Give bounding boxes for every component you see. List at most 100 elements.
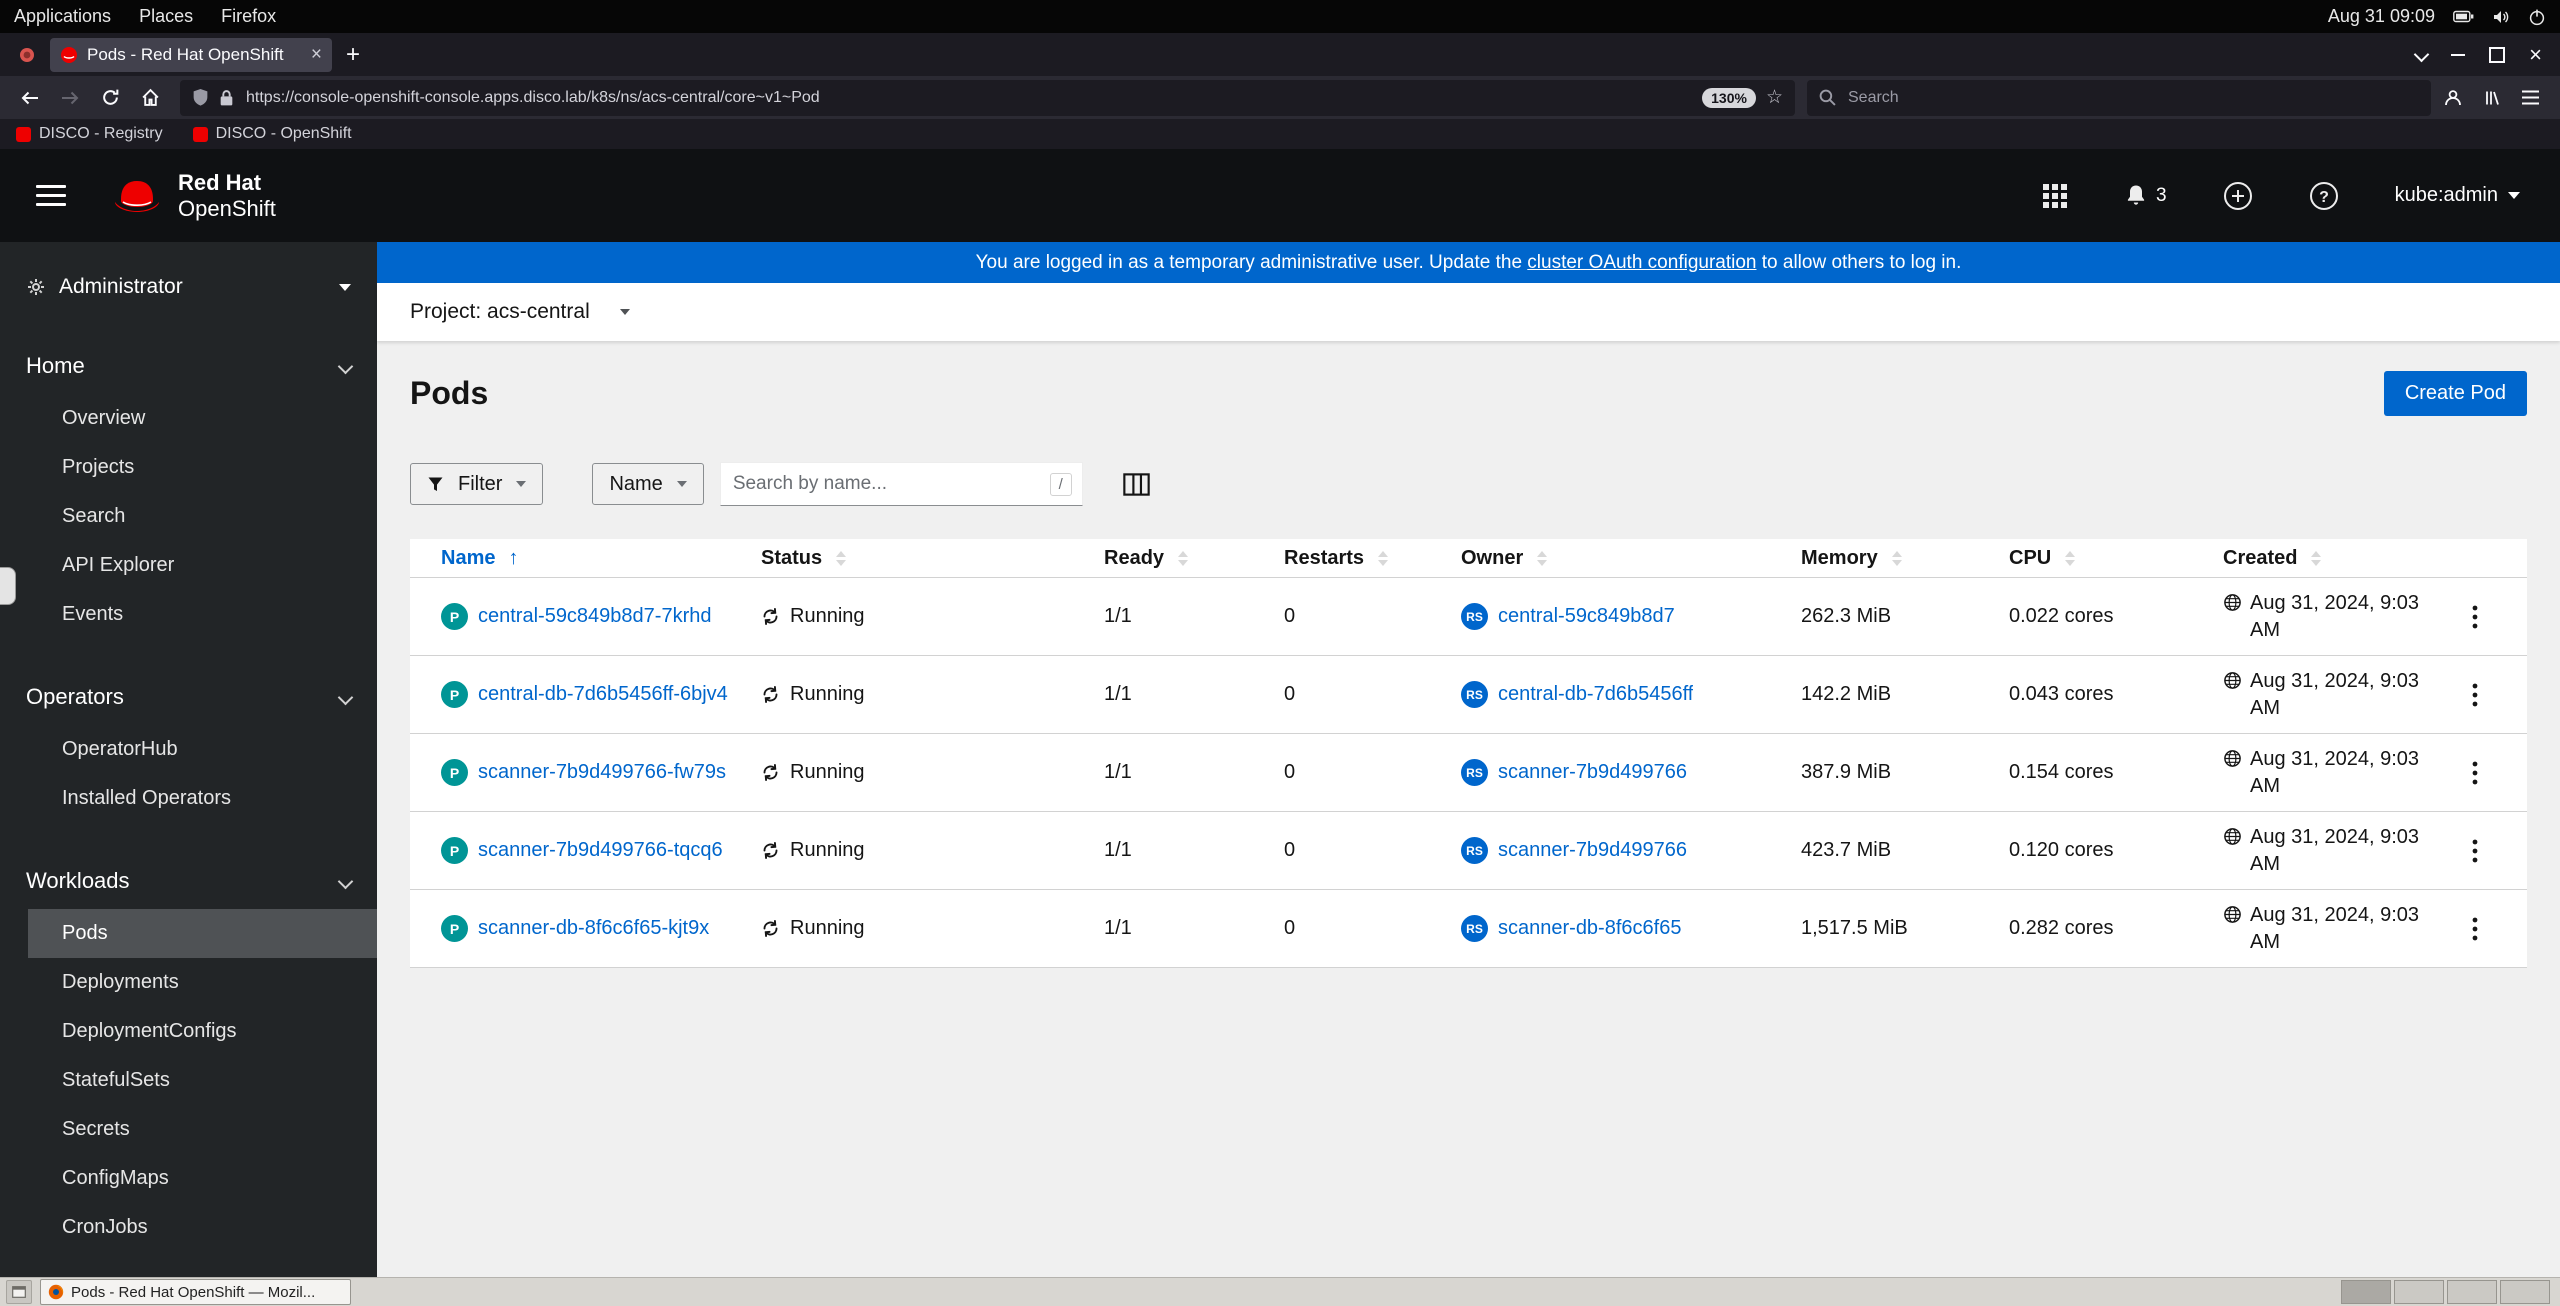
pod-name-link[interactable]: scanner-7b9d499766-fw79s bbox=[478, 761, 726, 784]
back-button[interactable] bbox=[12, 81, 48, 115]
row-kebab-menu-button[interactable] bbox=[2462, 911, 2488, 947]
help-icon[interactable]: ? bbox=[2309, 181, 2339, 211]
row-kebab-menu-button[interactable] bbox=[2462, 755, 2488, 791]
volume-icon[interactable] bbox=[2492, 9, 2510, 25]
firefox-appmenu[interactable]: Firefox bbox=[207, 0, 290, 33]
sidebar-section-home[interactable]: Home bbox=[0, 338, 377, 394]
pod-actions-cell bbox=[2431, 599, 2527, 635]
url-input[interactable] bbox=[244, 87, 1693, 108]
owner-replicaset-link[interactable]: central-59c849b8d7 bbox=[1498, 605, 1675, 628]
sidebar-item-statefulsets[interactable]: StatefulSets bbox=[0, 1056, 377, 1105]
clock[interactable]: Aug 31 09:09 bbox=[2328, 6, 2435, 27]
lock-icon[interactable] bbox=[219, 89, 234, 107]
sidebar-item-cronjobs[interactable]: CronJobs bbox=[0, 1203, 377, 1252]
battery-icon[interactable] bbox=[2453, 10, 2474, 23]
browser-search-bar[interactable] bbox=[1807, 79, 2431, 116]
pod-name-link[interactable]: central-db-7d6b5456ff-6bjv4 bbox=[478, 683, 728, 706]
sidebar-item-installed-operators[interactable]: Installed Operators bbox=[0, 774, 377, 823]
column-header-memory[interactable]: Memory bbox=[1770, 547, 1978, 570]
sidebar-item-api-explorer[interactable]: API Explorer bbox=[0, 541, 377, 590]
account-icon[interactable] bbox=[2443, 88, 2463, 108]
window-minimize-button[interactable] bbox=[2451, 53, 2466, 56]
new-tab-button[interactable]: + bbox=[346, 41, 360, 69]
drawer-handle[interactable] bbox=[0, 567, 16, 605]
places-menu[interactable]: Places bbox=[125, 0, 207, 33]
search-attribute-dropdown[interactable]: Name bbox=[592, 463, 704, 505]
notifications-button[interactable]: 3 bbox=[2124, 183, 2167, 208]
pod-name-link[interactable]: central-59c849b8d7-7krhd bbox=[478, 605, 712, 628]
sidebar-item-events[interactable]: Events bbox=[0, 590, 377, 639]
firefox-view-icon[interactable] bbox=[10, 40, 44, 70]
tab-close-icon[interactable]: × bbox=[311, 44, 322, 66]
bookmark-disco-openshift[interactable]: DISCO - OpenShift bbox=[192, 125, 352, 143]
column-header-ready[interactable]: Ready bbox=[1073, 547, 1253, 570]
import-plus-icon[interactable] bbox=[2223, 181, 2253, 211]
browser-search-input[interactable] bbox=[1846, 87, 2419, 108]
name-search-field[interactable]: / bbox=[719, 462, 1083, 506]
name-search-input[interactable] bbox=[730, 472, 1042, 496]
sidebar-item-deployments[interactable]: Deployments bbox=[0, 958, 377, 1007]
sidebar-item-configmaps[interactable]: ConfigMaps bbox=[0, 1154, 377, 1203]
workspace-4[interactable] bbox=[2500, 1280, 2550, 1304]
column-header-status[interactable]: Status bbox=[730, 547, 1073, 570]
sidebar-item-secrets[interactable]: Secrets bbox=[0, 1105, 377, 1154]
window-close-button[interactable]: × bbox=[2529, 43, 2542, 66]
bookmark-star-icon[interactable]: ☆ bbox=[1766, 86, 1783, 109]
column-label: Name bbox=[441, 546, 496, 569]
column-header-restarts[interactable]: Restarts bbox=[1253, 547, 1430, 570]
owner-replicaset-link[interactable]: central-db-7d6b5456ff bbox=[1498, 683, 1693, 706]
window-maximize-button[interactable] bbox=[2489, 46, 2506, 63]
row-kebab-menu-button[interactable] bbox=[2462, 833, 2488, 869]
sidebar-item-projects[interactable]: Projects bbox=[0, 443, 377, 492]
app-menu-icon[interactable] bbox=[2521, 90, 2540, 105]
manage-columns-button[interactable] bbox=[1119, 469, 1154, 500]
sidebar-section-operators[interactable]: Operators bbox=[0, 669, 377, 725]
forward-button[interactable] bbox=[52, 81, 88, 115]
owner-replicaset-link[interactable]: scanner-db-8f6c6f65 bbox=[1498, 917, 1681, 940]
show-desktop-button[interactable] bbox=[6, 1280, 32, 1304]
user-menu[interactable]: kube:admin bbox=[2395, 184, 2520, 207]
sidebar-item-operatorhub[interactable]: OperatorHub bbox=[0, 725, 377, 774]
pod-memory-cell: 1,517.5 MiB bbox=[1801, 917, 1908, 939]
pod-name-link[interactable]: scanner-7b9d499766-tqcq6 bbox=[478, 839, 723, 862]
redhat-openshift-logo[interactable]: Red Hat OpenShift bbox=[110, 170, 276, 221]
list-all-tabs-chevron-icon[interactable] bbox=[2413, 46, 2430, 63]
column-header-name[interactable]: Name ↑ bbox=[410, 547, 730, 570]
filter-dropdown[interactable]: Filter bbox=[410, 463, 544, 505]
sidebar-section-items: OperatorHub Installed Operators bbox=[0, 725, 377, 823]
workspace-2[interactable] bbox=[2394, 1280, 2444, 1304]
owner-replicaset-link[interactable]: scanner-7b9d499766 bbox=[1498, 839, 1687, 862]
column-header-cpu[interactable]: CPU bbox=[1978, 547, 2192, 570]
nav-toggle-hamburger-icon[interactable] bbox=[36, 185, 66, 206]
bookmark-disco-registry[interactable]: DISCO - Registry bbox=[16, 125, 163, 143]
zoom-level-badge[interactable]: 130% bbox=[1702, 87, 1756, 108]
sidebar-section-workloads[interactable]: Workloads bbox=[0, 853, 377, 909]
taskbar-firefox-window[interactable]: Pods - Red Hat OpenShift — Mozil... bbox=[40, 1279, 351, 1305]
perspective-switcher[interactable]: Administrator bbox=[0, 242, 377, 332]
sidebar-item-search[interactable]: Search bbox=[0, 492, 377, 541]
page-title: Pods bbox=[410, 375, 489, 411]
create-pod-button[interactable]: Create Pod bbox=[2383, 371, 2527, 416]
row-kebab-menu-button[interactable] bbox=[2462, 599, 2488, 635]
column-header-owner[interactable]: Owner bbox=[1430, 547, 1770, 570]
owner-replicaset-link[interactable]: scanner-7b9d499766 bbox=[1498, 761, 1687, 784]
app-launcher-grid-icon[interactable] bbox=[2042, 183, 2068, 209]
reload-button[interactable] bbox=[92, 81, 128, 115]
home-button[interactable] bbox=[132, 81, 168, 115]
pod-name-link[interactable]: scanner-db-8f6c6f65-kjt9x bbox=[478, 917, 709, 940]
power-icon[interactable] bbox=[2528, 8, 2546, 26]
tracking-shield-icon[interactable] bbox=[192, 88, 209, 107]
column-header-created[interactable]: Created bbox=[2192, 547, 2431, 570]
workspace-3[interactable] bbox=[2447, 1280, 2497, 1304]
applications-menu[interactable]: Applications bbox=[0, 0, 125, 33]
oauth-config-link[interactable]: cluster OAuth configuration bbox=[1527, 252, 1756, 274]
sidebar-item-deploymentconfigs[interactable]: DeploymentConfigs bbox=[0, 1007, 377, 1056]
project-selector[interactable]: Project: acs-central bbox=[377, 283, 2560, 341]
library-icon[interactable] bbox=[2483, 89, 2501, 107]
sidebar-item-pods[interactable]: Pods bbox=[0, 909, 377, 958]
url-bar[interactable]: 130% ☆ bbox=[180, 79, 1795, 116]
sidebar-item-overview[interactable]: Overview bbox=[0, 394, 377, 443]
browser-tab[interactable]: Pods - Red Hat OpenShift × bbox=[50, 37, 332, 72]
row-kebab-menu-button[interactable] bbox=[2462, 677, 2488, 713]
workspace-1[interactable] bbox=[2341, 1280, 2391, 1304]
